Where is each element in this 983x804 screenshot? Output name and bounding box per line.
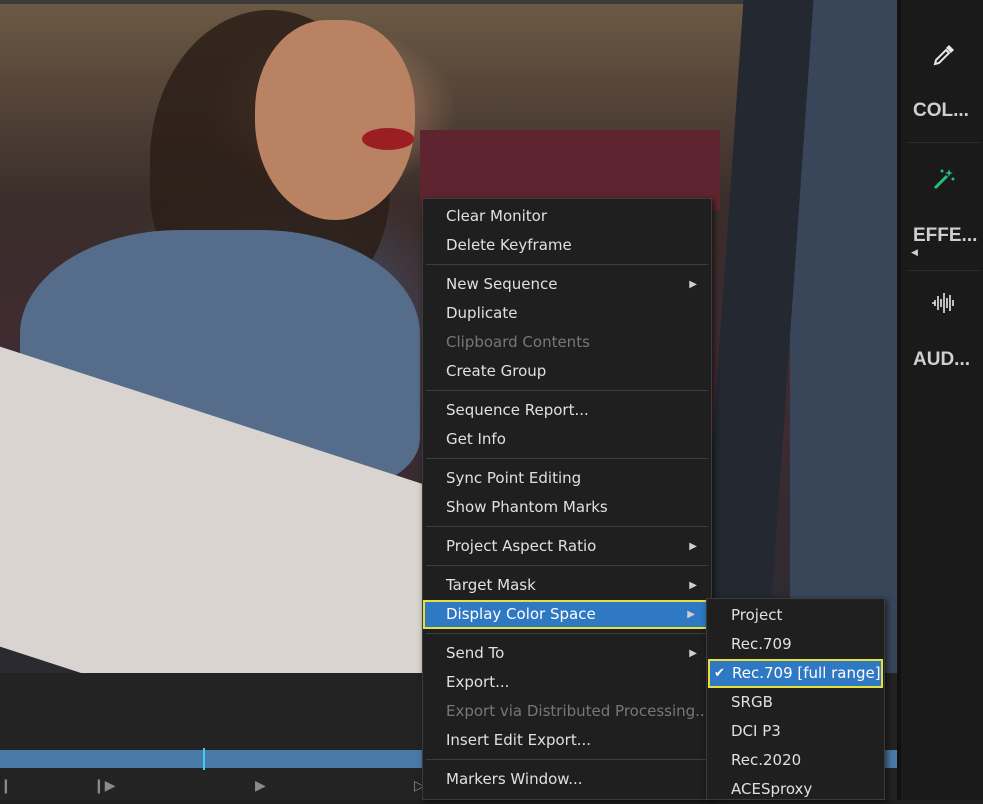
- menu-item-markers-window[interactable]: Markers Window...: [423, 765, 711, 794]
- panel-label-color[interactable]: COL...: [913, 100, 983, 122]
- menu-item-new-sequence[interactable]: New Sequence ▶: [423, 270, 711, 299]
- magic-wand-icon[interactable]: [901, 166, 983, 198]
- color-space-srgb[interactable]: SRGB: [707, 688, 884, 717]
- playhead[interactable]: [203, 748, 205, 770]
- eyedropper-icon[interactable]: [901, 42, 983, 74]
- color-space-dci-p3[interactable]: DCI P3: [707, 717, 884, 746]
- panel-divider: [907, 270, 981, 271]
- submenu-arrow-icon: ▶: [689, 648, 697, 659]
- menu-item-create-group[interactable]: Create Group: [423, 357, 711, 386]
- menu-item-sequence-report[interactable]: Sequence Report...: [423, 396, 711, 425]
- menu-separator: [426, 526, 708, 527]
- submenu-arrow-icon: ▶: [689, 541, 697, 552]
- play-icon[interactable]: ▶: [255, 778, 266, 794]
- previous-frame-icon[interactable]: ❙: [0, 778, 12, 794]
- menu-item-duplicate[interactable]: Duplicate: [423, 299, 711, 328]
- menu-separator: [426, 633, 708, 634]
- menu-item-get-info[interactable]: Get Info: [423, 425, 711, 454]
- step-forward-icon[interactable]: ❙▶: [93, 778, 116, 794]
- menu-item-display-color-space[interactable]: Display Color Space ▶: [423, 600, 709, 629]
- menu-item-clear-monitor[interactable]: Clear Monitor: [423, 202, 711, 231]
- menu-item-show-phantom-marks[interactable]: Show Phantom Marks: [423, 493, 711, 522]
- menu-separator: [426, 759, 708, 760]
- color-space-project[interactable]: Project: [707, 601, 884, 630]
- menu-separator: [426, 390, 708, 391]
- panel-label-effects[interactable]: EFFE...: [913, 225, 983, 247]
- menu-item-insert-edit-export[interactable]: Insert Edit Export...: [423, 726, 711, 755]
- checkmark-icon: ✔: [714, 666, 725, 681]
- color-space-submenu: Project Rec.709 ✔ Rec.709 [full range] SR…: [706, 598, 885, 800]
- menu-item-clipboard-contents: Clipboard Contents: [446, 333, 590, 351]
- panel-divider: [907, 142, 981, 143]
- menu-separator: [426, 458, 708, 459]
- menu-item-sync-point-editing[interactable]: Sync Point Editing: [423, 464, 711, 493]
- color-space-rec709[interactable]: Rec.709: [707, 630, 884, 659]
- color-space-rec709-full-range[interactable]: ✔ Rec.709 [full range]: [708, 659, 883, 688]
- collapse-caret-icon[interactable]: ◀: [911, 248, 918, 258]
- video-frame-lips: [362, 128, 414, 150]
- menu-item-export-distributed: Export via Distributed Processing...: [446, 702, 710, 720]
- video-frame-face: [255, 20, 415, 220]
- menu-item-target-mask[interactable]: Target Mask ▶: [423, 571, 711, 600]
- submenu-arrow-icon: ▶: [689, 279, 697, 290]
- menu-separator: [426, 565, 708, 566]
- menu-item-export[interactable]: Export...: [423, 668, 711, 697]
- color-space-rec2020[interactable]: Rec.2020: [707, 746, 884, 775]
- panel-label-audio[interactable]: AUD...: [913, 349, 983, 371]
- submenu-arrow-icon: ▶: [687, 609, 695, 620]
- menu-separator: [426, 264, 708, 265]
- submenu-arrow-icon: ▶: [689, 580, 697, 591]
- menu-item-project-aspect-ratio[interactable]: Project Aspect Ratio ▶: [423, 532, 711, 561]
- audio-waveform-icon[interactable]: [901, 290, 983, 322]
- menu-item-delete-keyframe[interactable]: Delete Keyframe: [423, 231, 711, 260]
- right-tool-panel: COL... EFFE... ◀ AUD...: [897, 0, 983, 800]
- menu-item-send-to[interactable]: Send To ▶: [423, 639, 711, 668]
- context-menu: Clear Monitor Delete Keyframe New Sequen…: [422, 198, 712, 800]
